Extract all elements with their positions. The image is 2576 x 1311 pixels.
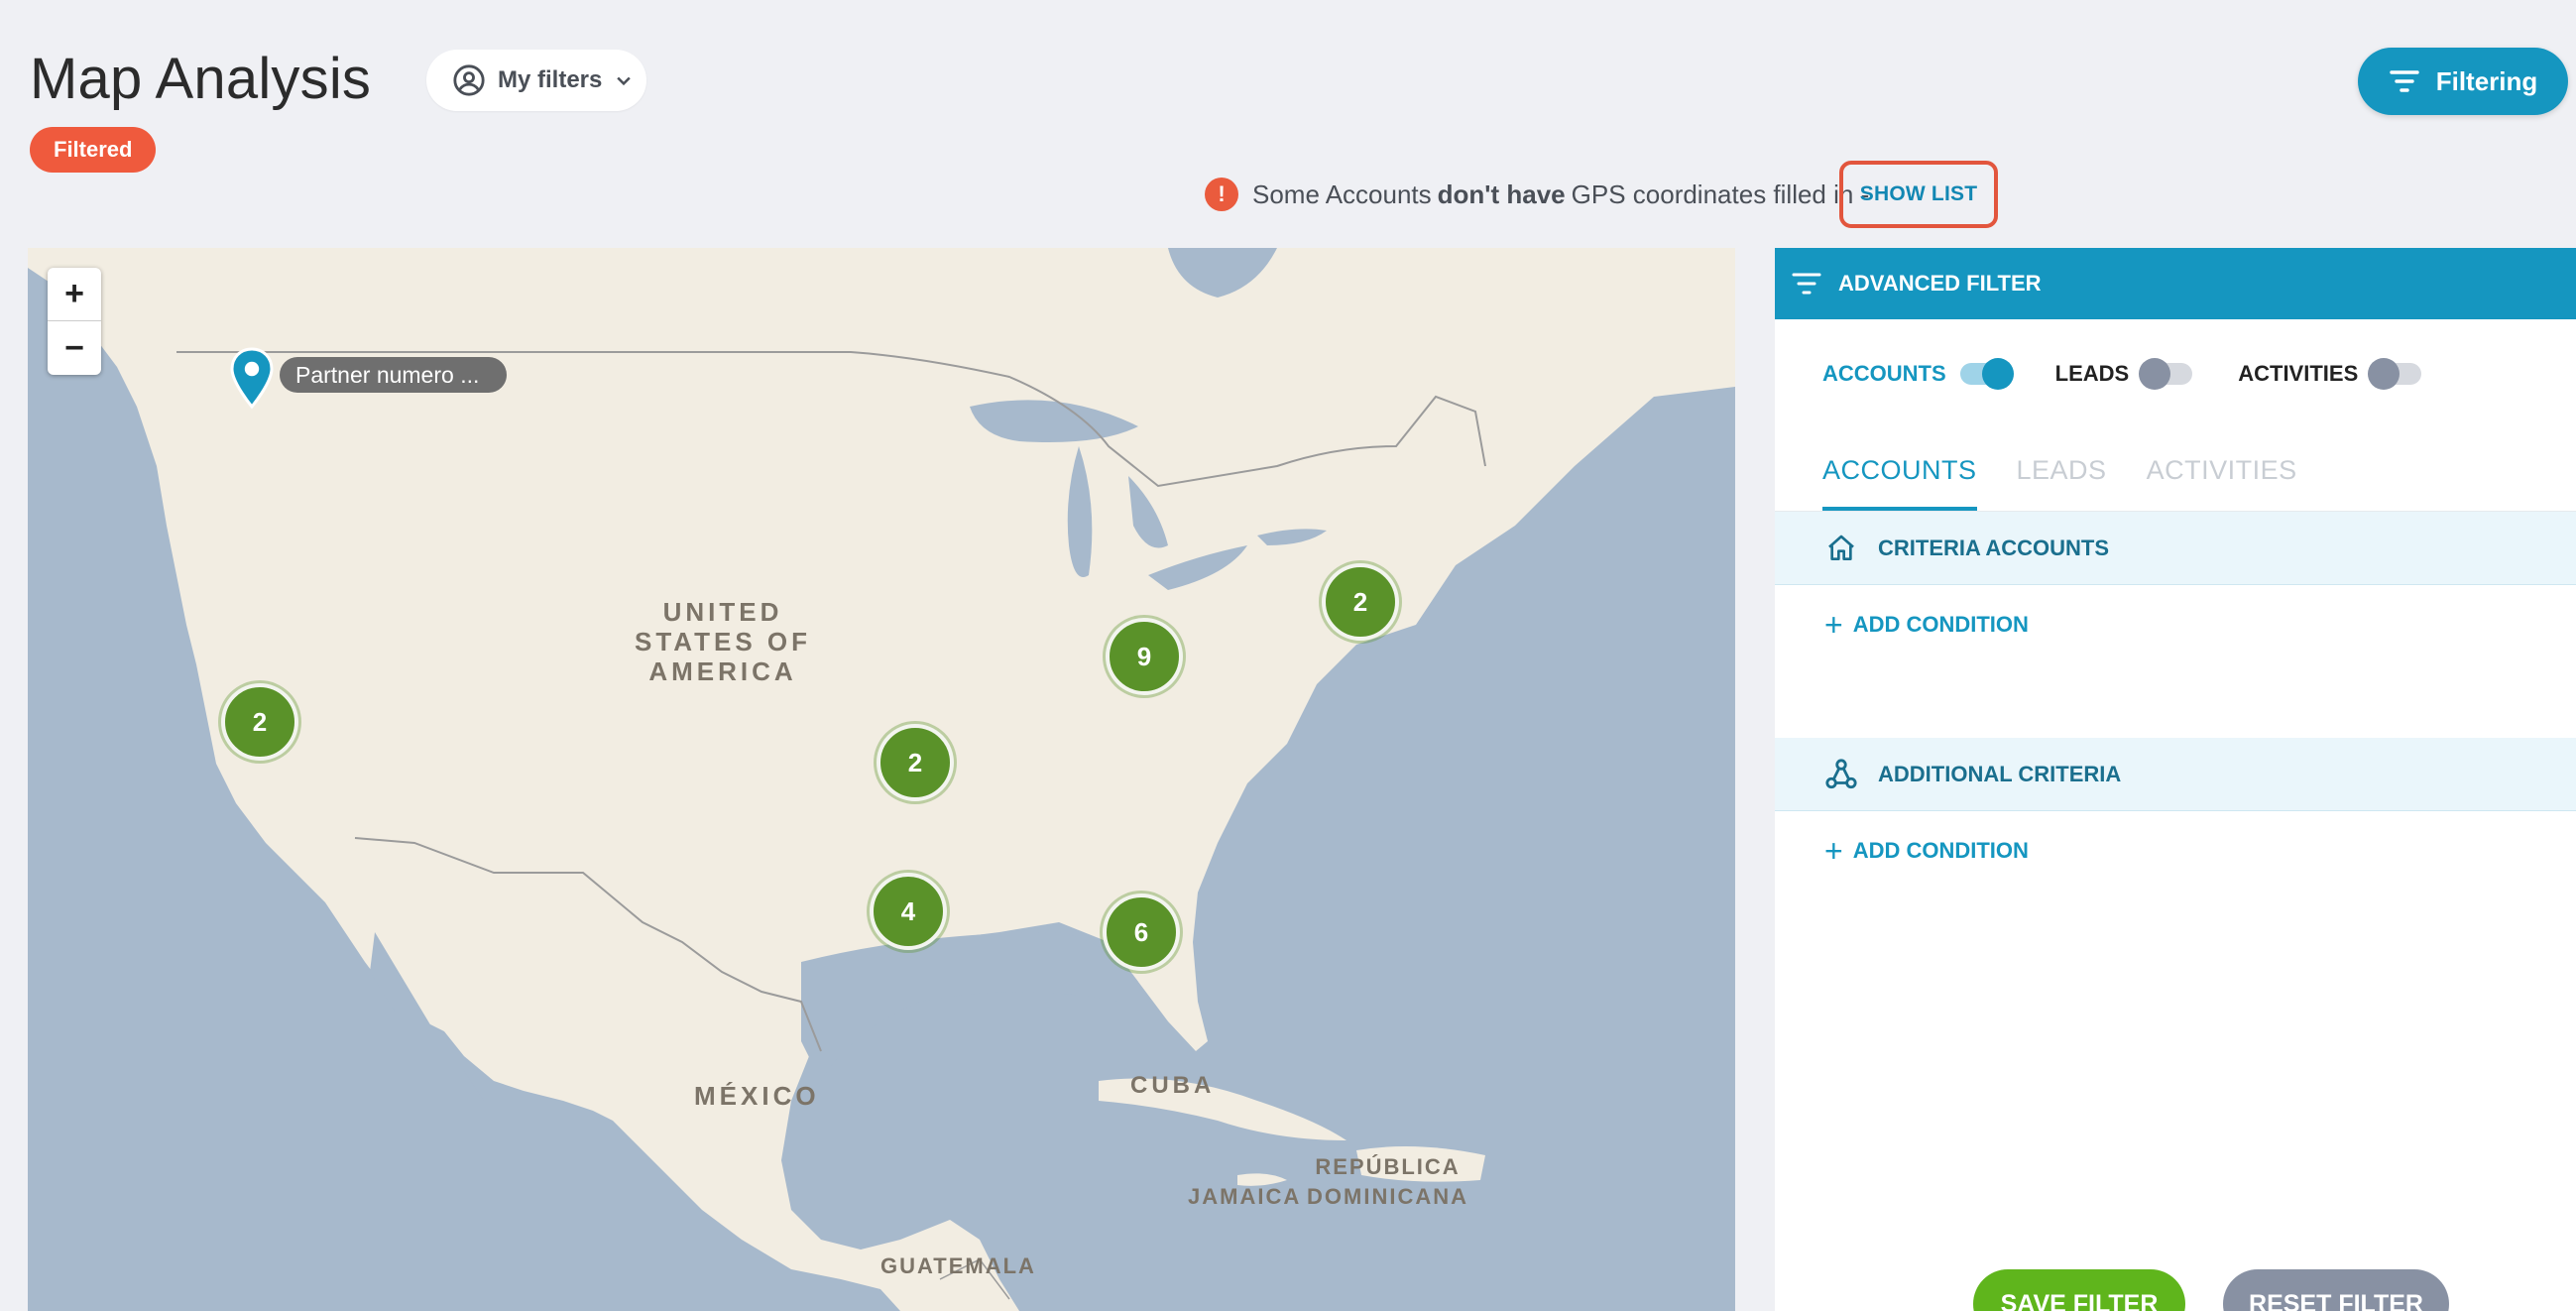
toggle-accounts[interactable]: ACCOUNTS xyxy=(1822,358,2014,390)
filtering-button[interactable]: Filtering xyxy=(2358,48,2568,115)
map-label-dominicana: REPÚBLICA DOMINICANA xyxy=(1307,1154,1468,1209)
my-filters-label: My filters xyxy=(498,66,603,93)
toggle-activities[interactable]: ACTIVITIES xyxy=(2238,358,2422,390)
my-filters-dropdown[interactable]: My filters xyxy=(426,50,646,111)
filter-lines-icon xyxy=(2390,70,2419,92)
zoom-out-button[interactable]: − xyxy=(48,321,101,375)
pin-label[interactable]: Partner numero ... xyxy=(280,357,508,393)
cluster-marker[interactable]: 9 xyxy=(1106,618,1183,695)
criteria-accounts-header[interactable]: CRITERIA ACCOUNTS xyxy=(1775,512,2576,585)
additional-criteria-header[interactable]: ADDITIONAL CRITERIA xyxy=(1775,738,2576,811)
map-label-cuba: CUBA xyxy=(1130,1072,1216,1099)
toggle-leads-switch[interactable] xyxy=(2139,358,2193,390)
toggle-accounts-label: ACCOUNTS xyxy=(1822,361,1946,386)
cluster-marker[interactable]: 2 xyxy=(1322,563,1399,641)
warning-icon: ! xyxy=(1205,178,1238,211)
add-condition-label: ADD CONDITION xyxy=(1852,838,2029,863)
panel-tabs: ACCOUNTS LEADS ACTIVITIES xyxy=(1775,428,2576,512)
reset-filter-button[interactable]: RESET FILTER xyxy=(2223,1269,2449,1311)
zoom-control: + − xyxy=(48,268,101,375)
tab-leads[interactable]: LEADS xyxy=(2017,428,2107,511)
tab-activities[interactable]: ACTIVITIES xyxy=(2147,428,2297,511)
plus-icon: + xyxy=(1824,832,1843,869)
entity-toggles: ACCOUNTS LEADS ACTIVITIES xyxy=(1775,319,2576,428)
share-nodes-icon xyxy=(1825,758,1857,788)
advanced-filter-header: ADVANCED FILTER xyxy=(1775,248,2576,319)
map-label-jamaica: JAMAICA xyxy=(1188,1184,1302,1209)
home-icon xyxy=(1828,535,1854,560)
cluster-marker[interactable]: 2 xyxy=(221,683,298,761)
user-circle-icon xyxy=(453,64,485,96)
toggle-activities-label: ACTIVITIES xyxy=(2238,361,2359,386)
cluster-marker[interactable]: 2 xyxy=(877,724,954,801)
map-view[interactable]: + − UNITED STATES OF AMERICA MÉXICO CUBA… xyxy=(28,248,1735,1311)
add-condition-label: ADD CONDITION xyxy=(1852,612,2029,637)
zoom-in-button[interactable]: + xyxy=(48,268,101,321)
toggle-accounts-switch[interactable] xyxy=(1959,358,2014,390)
toggle-leads[interactable]: LEADS xyxy=(2054,358,2193,390)
additional-criteria-label: ADDITIONAL CRITERIA xyxy=(1878,761,2122,786)
cluster-marker[interactable]: 6 xyxy=(1103,894,1180,971)
map-label-guatemala: GUATEMALA xyxy=(880,1253,1036,1278)
map-label-usa: UNITED STATES OF AMERICA xyxy=(635,597,812,686)
add-condition-button[interactable]: + ADD CONDITION xyxy=(1775,821,2576,881)
advanced-filter-panel: ADVANCED FILTER ACCOUNTS LEADS ACTIVITIE… xyxy=(1775,248,2576,1311)
filtered-badge: Filtered xyxy=(30,127,157,173)
notice-text-before: Some Accounts xyxy=(1252,179,1432,209)
map-label-mexico: MÉXICO xyxy=(694,1081,820,1111)
add-condition-button[interactable]: + ADD CONDITION xyxy=(1775,595,2576,655)
save-filter-button[interactable]: SAVE FILTER xyxy=(1973,1269,2185,1311)
toggle-activities-switch[interactable] xyxy=(2368,358,2422,390)
filtering-label: Filtering xyxy=(2435,65,2538,96)
advanced-filter-title: ADVANCED FILTER xyxy=(1838,271,2042,296)
notice-text-bold: don't have xyxy=(1437,179,1566,209)
map-pin-icon[interactable] xyxy=(228,347,276,411)
chevron-down-icon xyxy=(617,76,632,86)
filter-lines-icon xyxy=(1792,273,1821,295)
missing-gps-notice: ! Some Accounts don't have GPS coordinat… xyxy=(1205,175,1869,214)
cluster-marker[interactable]: 4 xyxy=(870,873,947,950)
toggle-leads-label: LEADS xyxy=(2054,361,2130,386)
plus-icon: + xyxy=(1824,606,1843,643)
criteria-accounts-label: CRITERIA ACCOUNTS xyxy=(1878,535,2110,560)
page-title: Map Analysis xyxy=(30,47,372,111)
tab-accounts[interactable]: ACCOUNTS xyxy=(1822,428,1977,511)
show-list-link[interactable]: SHOW LIST xyxy=(1839,161,1998,228)
notice-text-after: GPS coordinates filled in - xyxy=(1571,179,1870,209)
